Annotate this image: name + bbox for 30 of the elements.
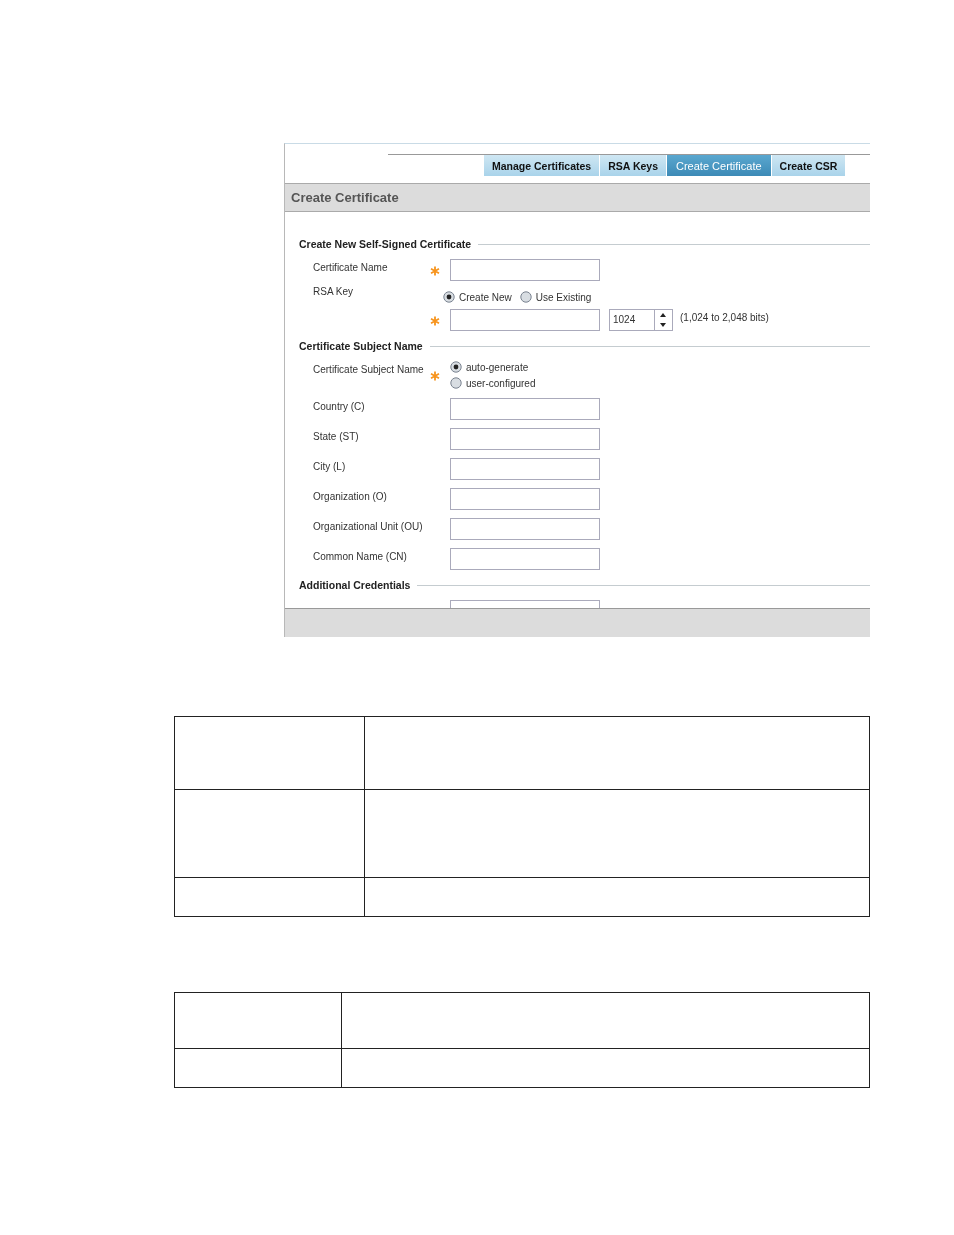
tab[interactable]: Create CSR: [771, 155, 846, 176]
tab[interactable]: Manage Certificates: [484, 155, 600, 176]
input-field[interactable]: [450, 309, 600, 331]
input-field[interactable]: [450, 398, 600, 420]
field-label: Organizational Unit (OU): [313, 520, 424, 532]
radio-option[interactable]: auto-generate: [450, 361, 536, 373]
range-hint: (1,024 to 2,048 bits): [680, 311, 769, 323]
radio-option[interactable]: Use Existing: [519, 291, 592, 303]
radio-option[interactable]: user-configured: [450, 377, 536, 389]
radio-option[interactable]: Create New: [443, 291, 512, 303]
field-label: Organization (O): [313, 490, 388, 502]
section-title: Additional Credentials: [299, 579, 411, 591]
field-label: State (ST): [313, 430, 360, 442]
section-title: Certificate Subject Name: [299, 340, 423, 352]
input-field[interactable]: [450, 259, 600, 281]
field-label: Certificate Subject Name: [313, 363, 425, 375]
number-spinner[interactable]: 1024: [609, 309, 673, 331]
input-field[interactable]: [450, 458, 600, 480]
field-label: Certificate Name: [313, 261, 389, 273]
input-field[interactable]: [450, 488, 600, 510]
panel-title: Create Certificate: [291, 190, 399, 205]
input-field[interactable]: [450, 518, 600, 540]
tab[interactable]: RSA Keys: [600, 155, 666, 176]
field-label: RSA Key: [313, 285, 355, 297]
section-title: Create New Self-Signed Certificate: [299, 238, 472, 250]
field-label: City (L): [313, 460, 347, 472]
field-label: Common Name (CN): [313, 550, 408, 562]
field-label: Country (C): [313, 400, 366, 412]
input-field[interactable]: [450, 428, 600, 450]
input-field[interactable]: [450, 548, 600, 570]
